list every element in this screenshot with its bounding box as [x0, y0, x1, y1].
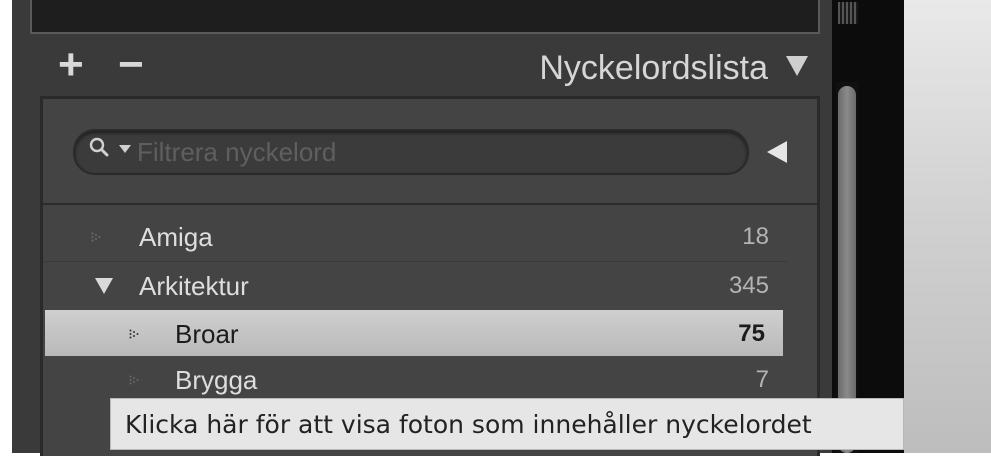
- keyword-count: 18: [742, 223, 769, 250]
- keyword-row-arkitektur[interactable]: Arkitektur 345: [43, 262, 787, 310]
- tooltip: Klicka här för att visa foton som innehå…: [110, 398, 904, 450]
- keyword-row-brygga[interactable]: Brygga 7: [43, 356, 787, 404]
- remove-keyword-button[interactable]: −: [118, 40, 144, 90]
- chevron-down-icon[interactable]: [119, 145, 131, 153]
- panel-header: + − Nyckelordslista: [30, 38, 830, 94]
- collapse-triangle-icon[interactable]: [786, 56, 808, 76]
- keyword-row-amiga[interactable]: Amiga 18: [43, 213, 787, 262]
- keyword-name: Brygga: [175, 365, 258, 395]
- photo-preview-area: [904, 0, 991, 453]
- keyword-list: Amiga 18 Arkitektur 345 Broar 75 Brygga …: [43, 213, 817, 404]
- row-arrow-icon[interactable]: [129, 329, 141, 339]
- resize-grip[interactable]: [838, 2, 858, 24]
- filter-field[interactable]: [73, 129, 749, 175]
- keyword-count: 75: [738, 320, 765, 347]
- row-arrow-icon[interactable]: [91, 232, 103, 242]
- filter-toggle-triangle-icon[interactable]: [767, 141, 787, 163]
- previous-panel-section: [30, 0, 820, 34]
- keyword-name: Arkitektur: [139, 271, 249, 301]
- filter-input[interactable]: [135, 133, 729, 171]
- keyword-name: Broar: [175, 319, 239, 349]
- add-keyword-button[interactable]: +: [58, 40, 84, 90]
- panel-title[interactable]: Nyckelordslista: [539, 46, 768, 90]
- filter-row: [43, 99, 817, 205]
- expand-triangle-icon[interactable]: [95, 278, 113, 294]
- search-icon[interactable]: [89, 137, 109, 157]
- keyword-name: Amiga: [139, 222, 213, 252]
- keyword-row-broar[interactable]: Broar 75: [45, 310, 783, 356]
- row-arrow-icon[interactable]: [129, 375, 141, 385]
- keyword-count: 345: [728, 272, 769, 299]
- window-edge: [0, 0, 12, 453]
- keyword-count: 7: [755, 366, 769, 393]
